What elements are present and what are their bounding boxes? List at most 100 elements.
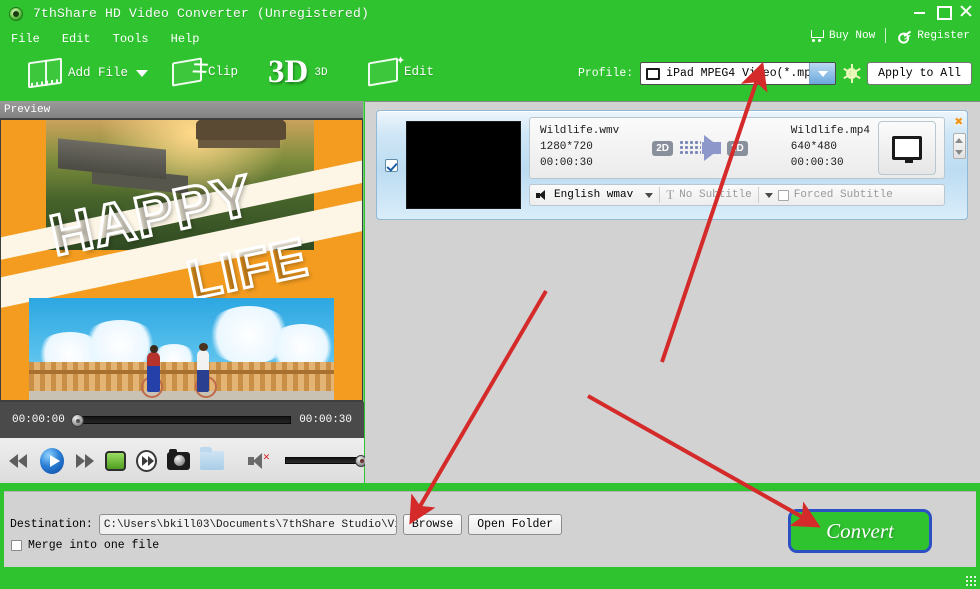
target-filename: Wildlife.mp4 <box>790 125 870 138</box>
merge-row: Merge into one file <box>11 539 159 552</box>
play-icon[interactable] <box>39 447 65 474</box>
top-right-actions: Buy Now Register <box>808 28 970 43</box>
seek-thumb[interactable] <box>70 414 84 427</box>
forward-icon[interactable] <box>74 451 95 471</box>
window-title: 7thShare HD Video Converter (Unregistere… <box>33 5 370 21</box>
profile-value: iPad MPEG4 Video(*.mp4) <box>666 67 810 80</box>
file-list-area: Wildlife.wmv 1280*720 00:00:30 2D 2D Wil… <box>365 101 980 483</box>
destination-input[interactable]: C:\Users\bkill03\Documents\7thShare Stud… <box>98 514 397 535</box>
player-controls: ✕ <box>0 438 368 483</box>
current-time: 00:00:00 <box>12 414 65 426</box>
remove-row-icon[interactable]: ✖ <box>955 116 963 130</box>
video-preview[interactable]: HAPPY LIFE <box>1 120 362 400</box>
menu-item-help[interactable]: Help <box>160 30 211 48</box>
arrow-right-icon <box>702 135 721 161</box>
menu-item-tools[interactable]: Tools <box>102 30 160 48</box>
chevron-down-icon <box>764 192 773 198</box>
total-time: 00:00:30 <box>299 414 352 426</box>
window-controls <box>913 4 973 20</box>
audio-track-caret[interactable] <box>639 185 659 205</box>
audio-track-select[interactable]: English wmav <box>530 185 639 205</box>
snapshot-camera-icon[interactable] <box>166 448 190 470</box>
edit-button[interactable]: Edit <box>368 57 435 87</box>
speaker-icon <box>536 189 549 201</box>
film-icon <box>28 57 62 89</box>
stop-icon[interactable] <box>104 450 126 471</box>
profile-label: Profile: <box>577 67 634 80</box>
seek-bar-row: 00:00:00 00:00:30 <box>0 402 364 438</box>
target-resolution: 640*480 <box>790 141 837 154</box>
buy-now-button[interactable]: Buy Now <box>808 29 875 43</box>
merge-label: Merge into one file <box>28 539 160 552</box>
profile-select[interactable]: iPad MPEG4 Video(*.mp4) <box>640 62 837 85</box>
table-row[interactable]: Wildlife.wmv 1280*720 00:00:30 2D 2D Wil… <box>376 110 968 220</box>
buy-now-label: Buy Now <box>828 29 876 42</box>
threed-glyph: 3D <box>268 54 309 90</box>
preview-panel: Preview HAPPY LIFE 00:00:00 00:00:30 ✕ <box>0 101 368 483</box>
convert-button[interactable]: Convert <box>788 509 932 553</box>
register-label: Register <box>917 29 970 42</box>
menu-item-file[interactable]: File <box>0 30 51 48</box>
rewind-icon[interactable] <box>9 451 30 471</box>
cart-icon <box>808 29 824 43</box>
source-filename: Wildlife.wmv <box>540 125 620 138</box>
row-details: Wildlife.wmv 1280*720 00:00:30 2D 2D Wil… <box>521 111 951 219</box>
person-figure <box>197 343 209 392</box>
conversion-indicator: 2D 2D <box>619 135 781 161</box>
row-side-controls: ✖ <box>951 111 967 219</box>
browse-button[interactable]: Browse <box>402 514 463 535</box>
register-button[interactable]: Register <box>896 29 970 43</box>
resize-grip[interactable] <box>965 575 977 587</box>
apply-to-all-button[interactable]: Apply to All <box>867 62 972 85</box>
speaker-mute-icon[interactable]: ✕ <box>248 452 270 470</box>
title-bar: 7thShare HD Video Converter (Unregistere… <box>0 0 980 26</box>
menu-item-edit[interactable]: Edit <box>51 30 102 48</box>
device-icon <box>646 67 661 80</box>
row-reorder-spinner[interactable] <box>952 133 966 159</box>
close-icon[interactable] <box>959 4 973 18</box>
open-folder-icon[interactable] <box>199 447 225 470</box>
preview-header: Preview <box>0 101 363 118</box>
maximize-icon[interactable] <box>936 4 952 20</box>
chevron-down-icon[interactable] <box>136 69 149 77</box>
source-2d-badge: 2D <box>652 140 673 156</box>
divider <box>885 28 887 43</box>
chevron-down-icon[interactable] <box>809 63 836 84</box>
volume-slider[interactable] <box>284 454 368 467</box>
target-2d-badge: 2D <box>727 140 748 156</box>
open-folder-button[interactable]: Open Folder <box>468 514 563 535</box>
subtitle-select[interactable]: T No Subtitle <box>660 185 758 205</box>
footer-bar <box>0 567 980 589</box>
forced-subtitle-label: Forced Subtitle <box>793 189 893 201</box>
chevron-down-icon <box>645 192 654 198</box>
edit-label: Edit <box>404 65 435 79</box>
profile-area: Profile: iPad MPEG4 Video(*.mp4) Apply t… <box>578 62 972 85</box>
move-down-icon[interactable] <box>955 149 963 155</box>
forced-subtitle-checkbox[interactable] <box>777 189 789 201</box>
key-icon <box>894 25 915 46</box>
magic-wand-icon <box>368 57 398 87</box>
row-checkbox[interactable] <box>385 158 398 172</box>
monitor-icon <box>892 136 922 163</box>
forced-subtitle-toggle[interactable]: Forced Subtitle <box>759 185 899 205</box>
move-up-icon[interactable] <box>955 137 963 143</box>
minimize-icon[interactable] <box>913 4 927 18</box>
target-duration: 00:00:30 <box>790 156 844 169</box>
seek-slider[interactable] <box>70 414 292 427</box>
convert-label: Convert <box>826 518 894 543</box>
green-separator <box>0 483 980 491</box>
person-figure <box>147 345 160 392</box>
gear-icon[interactable] <box>842 65 861 82</box>
subtitle-label: No Subtitle <box>679 189 752 201</box>
threed-label: 3D <box>314 66 328 79</box>
row-thumbnail[interactable] <box>406 121 521 209</box>
clip-button[interactable]: Clip <box>172 57 238 87</box>
threed-button[interactable]: 3D 3D <box>268 56 328 89</box>
step-forward-icon[interactable] <box>135 449 157 472</box>
bottom-panel: Destination: C:\Users\bkill03\Documents\… <box>4 491 976 567</box>
add-file-button[interactable]: Add File <box>28 57 149 89</box>
destination-row: Destination: C:\Users\bkill03\Documents\… <box>10 514 563 535</box>
audio-track-label: English wmav <box>554 189 634 201</box>
preview-monitor-button[interactable] <box>878 121 936 175</box>
merge-checkbox[interactable] <box>11 540 22 551</box>
